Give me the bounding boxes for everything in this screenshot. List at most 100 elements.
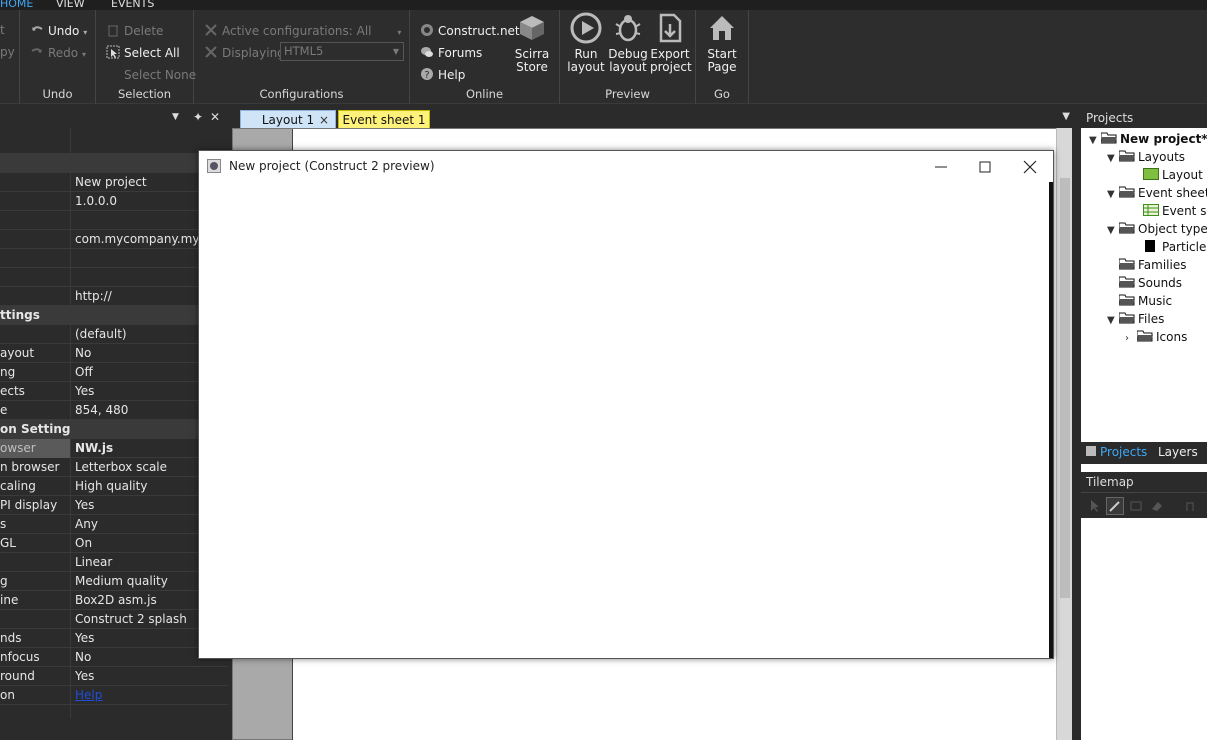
close-icon[interactable]: × [319, 111, 329, 129]
property-row[interactable]: PI display Yes [0, 496, 228, 515]
tree-item-event-sheet-1[interactable]: Event sh [1143, 202, 1207, 220]
preview-game-canvas[interactable] [201, 182, 1050, 657]
construct-net-link[interactable]: Construct.net [420, 23, 520, 38]
property-row[interactable]: (default) [0, 325, 228, 344]
cut-button[interactable]: t [0, 23, 5, 37]
close-icon[interactable] [1010, 155, 1050, 179]
help-link[interactable]: Help [75, 686, 102, 705]
vertical-scrollbar[interactable] [1056, 128, 1072, 740]
property-row[interactable]: s Any [0, 515, 228, 534]
select-all-button[interactable]: Select All [106, 45, 180, 60]
select-none-button[interactable]: Select None [106, 67, 196, 82]
stamp-icon[interactable] [1181, 497, 1199, 515]
property-row[interactable]: 1.0.0.0 [0, 192, 228, 211]
property-value: No [75, 650, 92, 664]
copy-button[interactable]: py [0, 45, 15, 59]
tree-item-families[interactable]: Families [1119, 256, 1186, 274]
property-name: PI display [0, 498, 58, 512]
tree-item-files[interactable]: ▼ Files [1107, 310, 1164, 328]
property-row[interactable] [0, 249, 228, 268]
eraser-icon[interactable] [1148, 497, 1166, 515]
selection-group-label: Selection [118, 87, 171, 101]
property-row[interactable]: ine Box2D asm.js [0, 591, 228, 610]
tab-home[interactable]: HOME [0, 0, 33, 10]
properties-panel: New project 1.0.0.0 com.mycompany.myapp htt… [0, 128, 228, 740]
chevron-down-icon[interactable]: ▼ [1062, 111, 1070, 122]
property-name: ng [0, 365, 16, 379]
displaying-select[interactable]: HTML5 ▼ [280, 42, 404, 61]
tree-item-project[interactable]: ▼ New project* [1089, 130, 1207, 148]
tree-item-layouts[interactable]: ▼ Layouts [1107, 148, 1185, 166]
tab-event-sheet-1[interactable]: Event sheet 1 [338, 110, 430, 128]
property-row[interactable] [0, 211, 228, 230]
chevron-down-icon[interactable]: ▼ [1107, 186, 1119, 204]
property-row[interactable]: e 854, 480 [0, 401, 228, 420]
property-row[interactable]: nds Yes [0, 629, 228, 648]
pin-icon[interactable]: ✦ [193, 110, 203, 124]
property-row[interactable]: http:// [0, 287, 228, 306]
property-name: on [0, 688, 15, 702]
start-page-button[interactable]: Start Page [702, 12, 742, 74]
property-row[interactable]: GL On [0, 534, 228, 553]
property-row[interactable]: nfocus No [0, 648, 228, 667]
chevron-down-icon[interactable]: ▼ [1107, 150, 1119, 168]
property-row[interactable]: g Medium quality [0, 572, 228, 591]
speech-bubbles-icon [421, 47, 433, 57]
tree-item-music[interactable]: Music [1119, 292, 1172, 310]
property-row[interactable]: owser NW.js [0, 439, 228, 458]
tree-item-layout-1[interactable]: Layout 1 [1143, 166, 1207, 184]
tree-item-object-types[interactable]: ▼ Object types [1107, 220, 1207, 238]
tree-item-icons[interactable]: › Icons [1125, 328, 1187, 346]
property-row[interactable]: ayout No [0, 344, 228, 363]
close-icon[interactable]: ✕ [210, 110, 220, 124]
property-row[interactable]: ng Off [0, 363, 228, 382]
preview-title-bar[interactable]: New project (Construct 2 preview) [199, 151, 1053, 182]
property-value: High quality [75, 479, 148, 493]
maximize-icon[interactable] [965, 155, 1005, 179]
scrollbar-thumb[interactable] [1060, 178, 1070, 598]
rectangle-icon[interactable] [1127, 497, 1145, 515]
tab-layers[interactable]: Layers [1158, 445, 1198, 459]
property-value: 854, 480 [75, 403, 129, 417]
minimize-icon[interactable] [921, 155, 961, 179]
chevron-down-icon[interactable]: ▼ [1107, 222, 1119, 240]
pencil-icon[interactable] [1106, 497, 1124, 515]
tree-item-event-sheets[interactable]: ▼Event sheets [1107, 184, 1207, 202]
property-row[interactable] [0, 268, 228, 287]
help-link[interactable]: ? Help [420, 67, 465, 82]
property-row[interactable]: round Yes [0, 667, 228, 686]
property-row[interactable]: New project [0, 173, 228, 192]
tree-item-particles[interactable]: Particles [1143, 238, 1207, 256]
property-row[interactable]: n browser Letterbox scale [0, 458, 228, 477]
property-row[interactable]: on Help [0, 686, 228, 705]
property-row[interactable]: ects Yes [0, 382, 228, 401]
tree-item-sounds[interactable]: Sounds [1119, 274, 1182, 292]
tab-layout-1[interactable]: Layout 1 × [240, 110, 336, 128]
debug-layout-button[interactable]: Debug layout [608, 12, 648, 74]
pointer-icon[interactable] [1085, 497, 1103, 515]
chevron-down-icon[interactable]: ▼ [1089, 132, 1101, 150]
property-row[interactable]: Construct 2 splash [0, 610, 228, 629]
export-project-button[interactable]: Export project [650, 12, 692, 74]
chevron-down-icon[interactable]: ▼ [1107, 312, 1119, 330]
run-layout-button[interactable]: Run layout [566, 12, 606, 74]
section-header [0, 153, 228, 173]
column-divider[interactable] [70, 128, 71, 718]
property-row[interactable]: Linear [0, 553, 228, 572]
redo-button[interactable]: Redo ▾ [30, 45, 86, 60]
property-row[interactable]: com.mycompany.myapp [0, 230, 228, 249]
property-value: On [75, 536, 93, 550]
active-configurations-dropdown[interactable]: Active configurations: All ▾ [204, 23, 401, 38]
preview-group: Run layout Debug layout Export project Prev… [560, 10, 696, 104]
tab-projects[interactable]: Projects [1085, 445, 1147, 459]
chevron-down-icon[interactable]: ▼ [172, 112, 179, 122]
property-row[interactable]: caling High quality [0, 477, 228, 496]
forums-link[interactable]: Forums [420, 45, 482, 60]
chevron-right-icon[interactable]: › [1125, 330, 1137, 348]
undo-button[interactable]: Undo ▾ [30, 23, 87, 38]
scirra-store-button[interactable]: Scirra Store [512, 12, 552, 74]
tab-view[interactable]: VIEW [56, 0, 85, 10]
delete-button[interactable]: Delete [106, 23, 163, 38]
tab-events[interactable]: EVENTS [111, 0, 154, 10]
display-config-icon [205, 46, 217, 58]
